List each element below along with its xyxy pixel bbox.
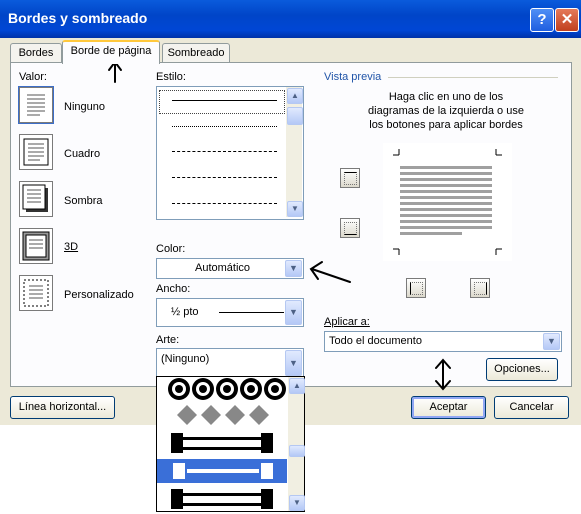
arrow-updown-icon xyxy=(435,358,451,391)
tab-borde-de-pagina[interactable]: Borde de página xyxy=(62,40,160,64)
tab-label: Borde de página xyxy=(70,45,152,57)
arrow-left-icon xyxy=(309,261,351,283)
annotation-arrows xyxy=(108,60,451,391)
arrow-up-icon xyxy=(108,60,122,83)
